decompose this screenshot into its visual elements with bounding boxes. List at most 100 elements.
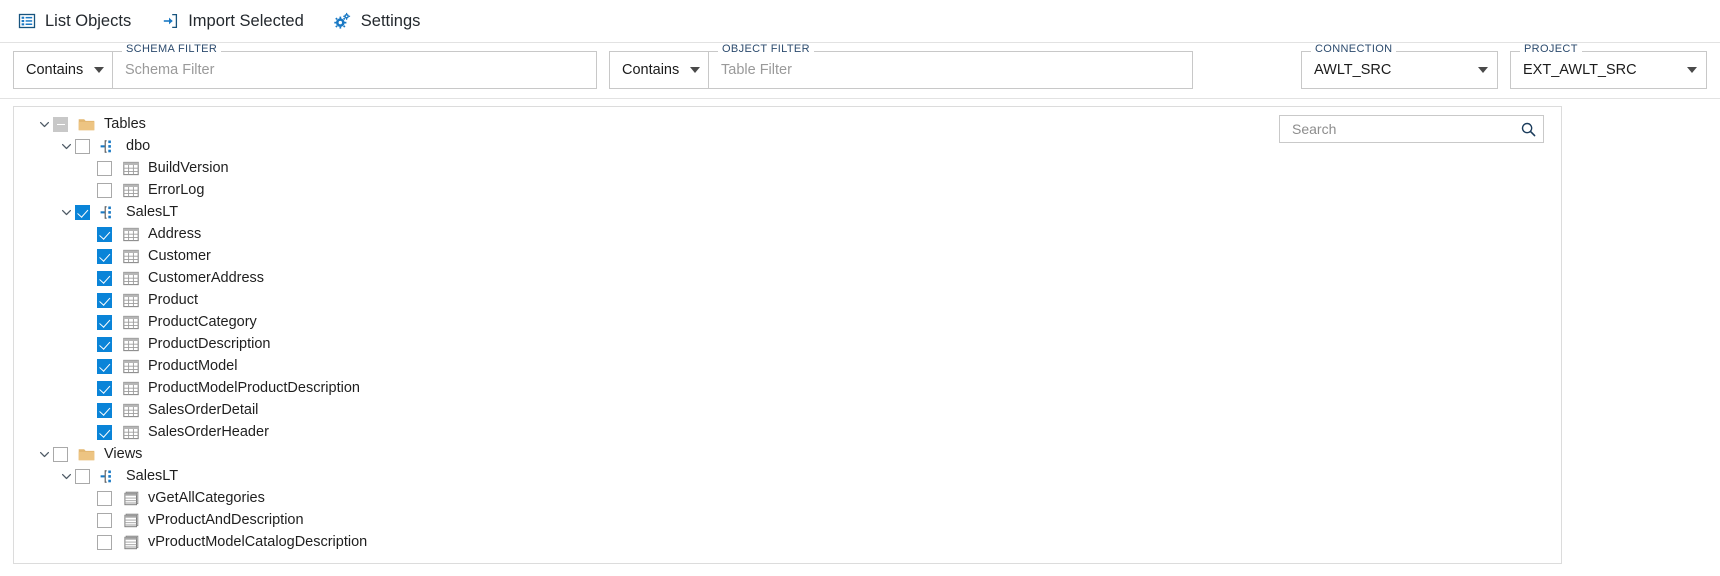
- tree-expander-placeholder: [80, 245, 97, 267]
- chevron-down-icon[interactable]: [36, 113, 53, 135]
- tree-node[interactable]: ErrorLog: [14, 179, 1561, 201]
- table-icon: [122, 314, 139, 331]
- tree-node[interactable]: Tables: [14, 113, 1561, 135]
- table-icon: [122, 182, 139, 199]
- tree-node-label: BuildVersion: [148, 161, 229, 176]
- tree-expander-placeholder: [80, 421, 97, 443]
- connection-legend: CONNECTION: [1311, 44, 1396, 55]
- tree-node-checkbox[interactable]: [97, 491, 112, 506]
- tree-node-checkbox[interactable]: [97, 381, 112, 396]
- tree-node-label: ProductModelProductDescription: [148, 381, 360, 396]
- project-legend: PROJECT: [1520, 44, 1582, 55]
- tree-node[interactable]: BuildVersion: [14, 157, 1561, 179]
- tree-node-checkbox[interactable]: [53, 447, 68, 462]
- tree-node-label: Customer: [148, 249, 211, 264]
- tree-node[interactable]: dbo: [14, 135, 1561, 157]
- tree-node-checkbox[interactable]: [97, 403, 112, 418]
- list-objects-icon: [17, 12, 36, 31]
- tree-node-label: Tables: [104, 117, 146, 132]
- tree-expander-placeholder: [80, 531, 97, 553]
- object-filter-operator-select[interactable]: Contains: [609, 51, 708, 89]
- tree-node[interactable]: Address: [14, 223, 1561, 245]
- tree-node[interactable]: ProductModel: [14, 355, 1561, 377]
- folder-icon: [78, 116, 95, 133]
- tree-node-checkbox[interactable]: [97, 249, 112, 264]
- table-icon: [122, 248, 139, 265]
- tree-expander-placeholder: [80, 377, 97, 399]
- tree-node[interactable]: SalesOrderDetail: [14, 399, 1561, 421]
- tree-node[interactable]: vProductAndDescription: [14, 509, 1561, 531]
- import-objects-screen: List Objects Import Selected: [0, 0, 1720, 576]
- schema-filter-legend: SCHEMA FILTER: [122, 44, 221, 55]
- tree-node-label: SalesLT: [126, 205, 178, 220]
- tree-node[interactable]: SalesLT: [14, 465, 1561, 487]
- tree-node-checkbox[interactable]: [75, 205, 90, 220]
- table-icon: [122, 226, 139, 243]
- import-selected-icon: [160, 12, 179, 31]
- tree-expander-placeholder: [80, 311, 97, 333]
- schema-filter-operator-value: Contains: [26, 62, 83, 78]
- tree-node-checkbox[interactable]: [97, 271, 112, 286]
- tree-node[interactable]: Customer: [14, 245, 1561, 267]
- tree-node-label: Views: [104, 447, 142, 462]
- tree-node[interactable]: Product: [14, 289, 1561, 311]
- tree-node[interactable]: ProductModelProductDescription: [14, 377, 1561, 399]
- tree-node-checkbox[interactable]: [75, 139, 90, 154]
- import-selected-button[interactable]: Import Selected: [156, 7, 317, 36]
- tree-node[interactable]: SalesOrderHeader: [14, 421, 1561, 443]
- project-select[interactable]: PROJECT EXT_AWLT_SRC: [1510, 51, 1707, 89]
- tree-node-label: ProductModel: [148, 359, 237, 374]
- tree-node-label: ProductCategory: [148, 315, 257, 330]
- schema-filter-operator-select[interactable]: Contains: [13, 51, 112, 89]
- chevron-down-icon[interactable]: [58, 465, 75, 487]
- tree-node-checkbox[interactable]: [97, 293, 112, 308]
- tree-node-label: SalesLT: [126, 469, 178, 484]
- tree-node[interactable]: ProductCategory: [14, 311, 1561, 333]
- table-icon: [122, 402, 139, 419]
- tree-node-checkbox[interactable]: [97, 425, 112, 440]
- tree-node-label: ErrorLog: [148, 183, 204, 198]
- table-icon: [122, 292, 139, 309]
- view-icon: [122, 490, 139, 507]
- tree-node-label: SalesOrderDetail: [148, 403, 258, 418]
- tree-node-checkbox[interactable]: [97, 359, 112, 374]
- tree-node-label: Product: [148, 293, 198, 308]
- tree-node-checkbox[interactable]: [97, 183, 112, 198]
- tree-node-checkbox[interactable]: [97, 227, 112, 242]
- settings-button[interactable]: Settings: [329, 7, 434, 36]
- table-icon: [122, 270, 139, 287]
- connection-select[interactable]: CONNECTION AWLT_SRC: [1301, 51, 1498, 89]
- tree-node[interactable]: vProductModelCatalogDescription: [14, 531, 1561, 553]
- tree-node-checkbox[interactable]: [97, 161, 112, 176]
- folder-icon: [78, 446, 95, 463]
- objects-tree-panel: Tables dbo BuildVersion ErrorLog SalesLT…: [13, 106, 1562, 564]
- schema-filter-input[interactable]: [113, 53, 596, 87]
- tree-node[interactable]: CustomerAddress: [14, 267, 1561, 289]
- tree-expander-placeholder: [80, 399, 97, 421]
- chevron-down-icon[interactable]: [58, 201, 75, 223]
- tree-node[interactable]: Views: [14, 443, 1561, 465]
- object-filter-field[interactable]: OBJECT FILTER: [708, 51, 1193, 89]
- tree-node-checkbox[interactable]: [97, 535, 112, 550]
- chevron-down-icon[interactable]: [36, 443, 53, 465]
- object-filter-group: Contains OBJECT FILTER: [609, 51, 1193, 89]
- schema-filter-field[interactable]: SCHEMA FILTER: [112, 51, 597, 89]
- list-objects-button[interactable]: List Objects: [13, 7, 144, 36]
- tree-node-label: dbo: [126, 139, 150, 154]
- tree-node[interactable]: vGetAllCategories: [14, 487, 1561, 509]
- table-icon: [122, 336, 139, 353]
- tree-node-checkbox[interactable]: [97, 513, 112, 528]
- tree-node[interactable]: ProductDescription: [14, 333, 1561, 355]
- tree-node-checkbox[interactable]: [53, 117, 68, 132]
- object-filter-input[interactable]: [709, 53, 1192, 87]
- connection-value: AWLT_SRC: [1314, 62, 1391, 78]
- chevron-down-icon[interactable]: [58, 135, 75, 157]
- tree-node[interactable]: SalesLT: [14, 201, 1561, 223]
- objects-tree[interactable]: Tables dbo BuildVersion ErrorLog SalesLT…: [14, 107, 1561, 563]
- tree-node-checkbox[interactable]: [75, 469, 90, 484]
- tree-node-checkbox[interactable]: [97, 315, 112, 330]
- tree-node-checkbox[interactable]: [97, 337, 112, 352]
- settings-gear-icon: [333, 12, 352, 31]
- tree-expander-placeholder: [80, 157, 97, 179]
- tree-node-label: vProductAndDescription: [148, 513, 304, 528]
